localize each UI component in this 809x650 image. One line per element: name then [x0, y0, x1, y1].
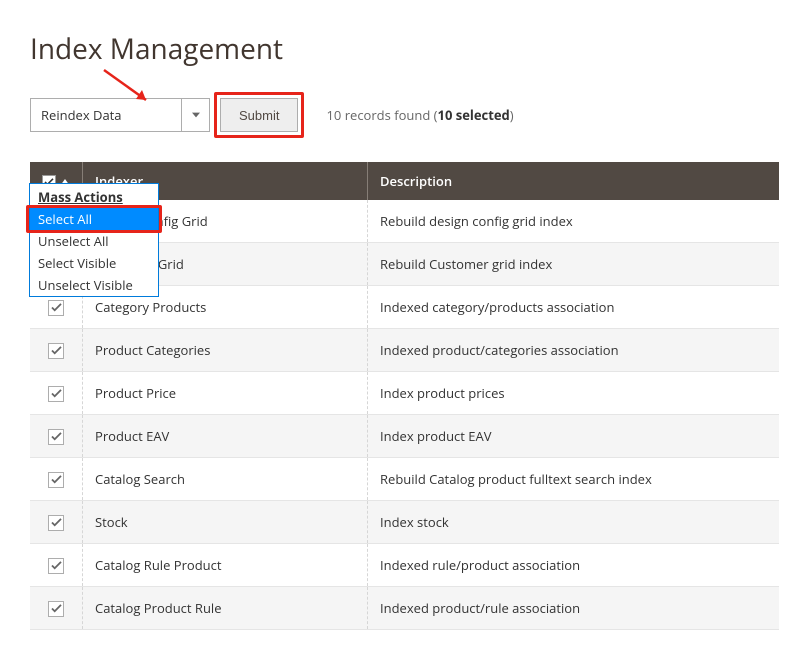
description-cell: Index product prices	[368, 372, 780, 415]
mass-action-select[interactable]: Reindex Data	[30, 98, 210, 132]
toolbar: Reindex Data Submit 10 records found (10…	[30, 98, 779, 132]
description-cell: Index product EAV	[368, 415, 780, 458]
row-checkbox-cell	[30, 587, 83, 630]
table-row: Catalog SearchRebuild Catalog product fu…	[30, 458, 779, 501]
mass-action-item[interactable]: Unselect Visible	[30, 274, 158, 296]
table-row: Catalog Rule ProductIndexed rule/product…	[30, 544, 779, 587]
page-title: Index Management	[30, 30, 779, 68]
mass-action-item[interactable]: Select All	[30, 208, 158, 230]
table-row: Product EAVIndex product EAV	[30, 415, 779, 458]
mass-action-select-label: Reindex Data	[31, 99, 181, 131]
row-checkbox[interactable]	[48, 515, 64, 531]
description-cell: Index stock	[368, 501, 780, 544]
row-checkbox[interactable]	[48, 343, 64, 359]
records-suffix: )	[510, 106, 514, 124]
table-row: Catalog Product RuleIndexed product/rule…	[30, 587, 779, 630]
row-checkbox[interactable]	[48, 429, 64, 445]
row-checkbox[interactable]	[48, 601, 64, 617]
row-checkbox[interactable]	[48, 386, 64, 402]
header-description[interactable]: Description	[368, 162, 780, 200]
indexer-cell: Product Price	[83, 372, 368, 415]
row-checkbox-cell	[30, 329, 83, 372]
mass-action-item[interactable]: Unselect All	[30, 230, 158, 252]
indexer-cell: Product EAV	[83, 415, 368, 458]
row-checkbox-cell	[30, 458, 83, 501]
description-cell: Rebuild design config grid index	[368, 200, 780, 243]
row-checkbox[interactable]	[48, 472, 64, 488]
row-checkbox-cell	[30, 372, 83, 415]
description-cell: Rebuild Catalog product fulltext search …	[368, 458, 780, 501]
indexer-cell: Catalog Product Rule	[83, 587, 368, 630]
indexer-cell: Stock	[83, 501, 368, 544]
indexer-cell: Catalog Rule Product	[83, 544, 368, 587]
table-row: StockIndex stock	[30, 501, 779, 544]
description-cell: Rebuild Customer grid index	[368, 243, 780, 286]
mass-action-item[interactable]: Select Visible	[30, 252, 158, 274]
mass-actions-dropdown: Mass Actions Select AllUnselect AllSelec…	[29, 183, 159, 297]
row-checkbox-cell	[30, 415, 83, 458]
description-cell: Indexed product/categories association	[368, 329, 780, 372]
row-checkbox-cell	[30, 501, 83, 544]
description-cell: Indexed product/rule association	[368, 587, 780, 630]
table-row: Product PriceIndex product prices	[30, 372, 779, 415]
indexer-cell: Catalog Search	[83, 458, 368, 501]
mass-actions-title: Mass Actions	[30, 184, 158, 208]
row-checkbox[interactable]	[48, 558, 64, 574]
chevron-down-icon	[181, 99, 209, 131]
records-prefix: 10 records found (	[326, 106, 437, 124]
records-found-text: 10 records found (10 selected)	[326, 106, 513, 124]
submit-button[interactable]: Submit	[220, 98, 298, 132]
indexer-cell: Product Categories	[83, 329, 368, 372]
description-cell: Indexed category/products association	[368, 286, 780, 329]
table-row: Product CategoriesIndexed product/catego…	[30, 329, 779, 372]
description-cell: Indexed rule/product association	[368, 544, 780, 587]
row-checkbox[interactable]	[48, 300, 64, 316]
records-bold: 10 selected	[438, 106, 510, 124]
row-checkbox-cell	[30, 544, 83, 587]
